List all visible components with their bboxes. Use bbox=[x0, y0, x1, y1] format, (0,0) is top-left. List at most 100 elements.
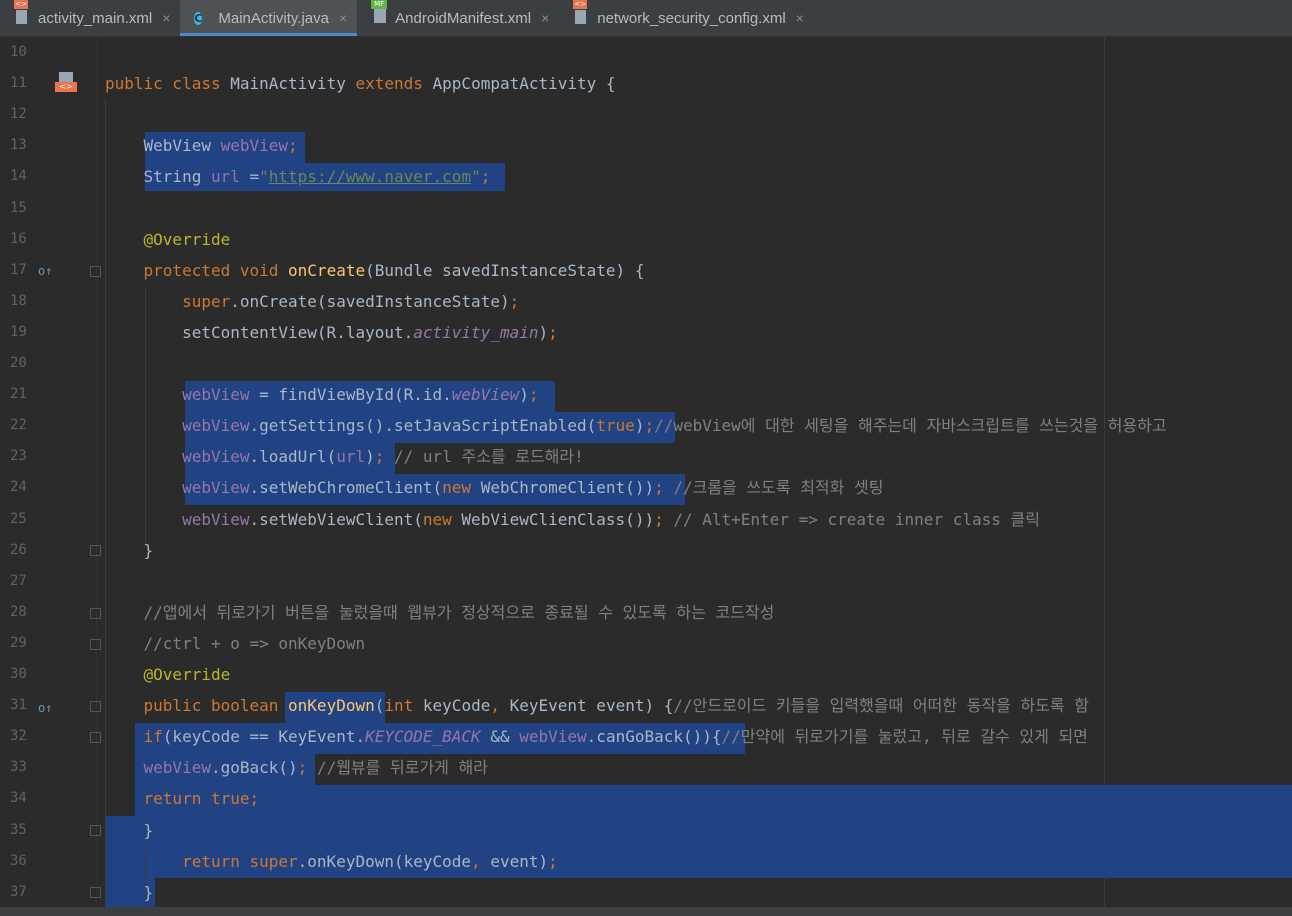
code-text: setContentView(R.layout.activity_main); bbox=[105, 317, 558, 348]
code-text: } bbox=[105, 877, 154, 907]
code-line[interactable]: 14 String url ="https://www.naver.com"; bbox=[0, 161, 1292, 192]
code-text: //ctrl + o => onKeyDown bbox=[105, 628, 366, 659]
code-token: (keyCode == KeyEvent. bbox=[162, 727, 366, 746]
code-token: ; bbox=[654, 510, 664, 529]
code-line[interactable]: 16 @Override bbox=[0, 224, 1292, 255]
code-line[interactable]: 34 return true; bbox=[0, 783, 1292, 814]
code-line[interactable]: 18 super.onCreate(savedInstanceState); bbox=[0, 286, 1292, 317]
line-number: 16 bbox=[10, 231, 27, 247]
line-number: 15 bbox=[10, 200, 27, 216]
code-token: protected void bbox=[105, 261, 289, 280]
editor-tab-bar: <> activity_main.xml × C MainActivity.ja… bbox=[0, 0, 1292, 37]
tab-network-security-config-xml[interactable]: <> network_security_config.xml × bbox=[559, 0, 814, 36]
code-token: .canGoBack()){ bbox=[586, 727, 722, 746]
code-line[interactable]: 15 bbox=[0, 193, 1292, 224]
code-token: ) bbox=[634, 416, 645, 435]
close-icon[interactable]: × bbox=[796, 10, 804, 26]
code-line[interactable]: 23 webView.loadUrl(url); // url 주소를 로드해라… bbox=[0, 441, 1292, 472]
code-token: extends bbox=[355, 74, 433, 93]
code-token: webView bbox=[105, 416, 250, 435]
code-token: KEYCODE_BACK bbox=[365, 727, 491, 746]
line-number: 24 bbox=[10, 479, 27, 495]
code-token: ; bbox=[288, 136, 298, 155]
line-number: 10 bbox=[10, 44, 27, 60]
line-number: 30 bbox=[10, 666, 27, 682]
code-line[interactable]: 25 webView.setWebViewClient(new WebViewC… bbox=[0, 504, 1292, 535]
code-line[interactable]: 17 protected void onCreate(Bundle savedI… bbox=[0, 255, 1292, 286]
code-token: public boolean bbox=[105, 696, 289, 715]
code-line[interactable]: 29 //ctrl + o => onKeyDown bbox=[0, 628, 1292, 659]
code-text: public class MainActivity extends AppCom… bbox=[105, 68, 616, 99]
code-line[interactable]: 21 webView = findViewById(R.id.webView); bbox=[0, 379, 1292, 410]
tab-label: AndroidManifest.xml bbox=[395, 9, 532, 27]
code-token: ; bbox=[374, 447, 385, 466]
code-line[interactable]: 32 if(keyCode == KeyEvent.KEYCODE_BACK &… bbox=[0, 721, 1292, 752]
code-line[interactable]: 20 bbox=[0, 348, 1292, 379]
code-token: ; bbox=[480, 167, 491, 186]
code-line[interactable]: 30 @Override bbox=[0, 659, 1292, 690]
code-line[interactable]: 37 } bbox=[0, 877, 1292, 907]
code-token: .setWebViewClient( bbox=[249, 510, 423, 529]
line-number: 29 bbox=[10, 635, 27, 651]
line-number: 32 bbox=[10, 728, 27, 744]
code-token: = bbox=[249, 167, 260, 186]
code-token: int bbox=[384, 696, 423, 715]
tab-androidmanifest-xml[interactable]: MF AndroidManifest.xml × bbox=[357, 0, 559, 36]
code-token: KeyEvent event) { bbox=[509, 696, 674, 715]
code-text: @Override bbox=[105, 659, 231, 690]
code-line[interactable]: 10 bbox=[0, 37, 1292, 68]
code-token: ; bbox=[528, 385, 539, 404]
code-token: AppCompatActivity { bbox=[432, 74, 616, 93]
code-token: true bbox=[596, 416, 635, 435]
code-token: //앱에서 뒤로가기 버튼을 눌렀을때 웹뷰가 정상적으로 종료될 수 있도록 … bbox=[105, 603, 775, 622]
code-token: ( bbox=[374, 696, 385, 715]
tab-activity-main-xml[interactable]: <> activity_main.xml × bbox=[0, 0, 180, 36]
code-text: @Override bbox=[105, 224, 231, 255]
code-line[interactable]: 33 webView.goBack(); //웹뷰를 뒤로가게 해라 bbox=[0, 752, 1292, 783]
code-token: WebView bbox=[105, 136, 221, 155]
code-line[interactable]: 26 } bbox=[0, 535, 1292, 566]
tab-mainactivity-java[interactable]: C MainActivity.java × bbox=[180, 0, 358, 36]
code-token: WebViewClienClass()) bbox=[461, 510, 655, 529]
code-text: String url ="https://www.naver.com"; bbox=[105, 161, 491, 192]
code-line[interactable]: 36 return super.onKeyDown(keyCode, event… bbox=[0, 846, 1292, 877]
code-text: public boolean onKeyDown(int keyCode, Ke… bbox=[105, 690, 1089, 721]
code-line[interactable]: 22 webView.getSettings().setJavaScriptEn… bbox=[0, 410, 1292, 441]
close-icon[interactable]: × bbox=[541, 10, 549, 26]
code-line[interactable]: 12 bbox=[0, 99, 1292, 130]
code-line[interactable]: 19 setContentView(R.layout.activity_main… bbox=[0, 317, 1292, 348]
code-line[interactable]: 24 webView.setWebChromeClient(new WebChr… bbox=[0, 472, 1292, 503]
code-line[interactable]: 31 public boolean onKeyDown(int keyCode,… bbox=[0, 690, 1292, 721]
code-token: .loadUrl( bbox=[249, 447, 337, 466]
code-line[interactable]: 11 public class MainActivity extends AppC… bbox=[0, 68, 1292, 99]
line-number: 20 bbox=[10, 355, 27, 371]
code-text: webView.setWebChromeClient(new WebChrome… bbox=[105, 472, 883, 503]
code-token: = findViewById(R.id. bbox=[259, 385, 452, 404]
close-icon[interactable]: × bbox=[339, 10, 347, 26]
code-editor[interactable]: <> o↑ o↑ 10 11 public class MainActivity e… bbox=[0, 37, 1292, 907]
line-number: 35 bbox=[10, 822, 27, 838]
tab-label: activity_main.xml bbox=[38, 9, 153, 27]
code-token: " bbox=[471, 167, 481, 186]
code-token: ; bbox=[644, 416, 655, 435]
code-token: webView bbox=[220, 136, 289, 155]
code-token: (Bundle savedInstanceState) { bbox=[365, 261, 645, 280]
code-token: keyCode bbox=[422, 696, 491, 715]
line-number: 14 bbox=[10, 168, 27, 184]
code-token: url bbox=[336, 447, 366, 466]
code-text: } bbox=[105, 535, 154, 566]
code-line[interactable]: 28 //앱에서 뒤로가기 버튼을 눌렀을때 웹뷰가 정상적으로 종료될 수 있… bbox=[0, 597, 1292, 628]
status-bar bbox=[0, 907, 1292, 916]
line-number: 11 bbox=[10, 75, 27, 91]
code-token: return true; bbox=[105, 789, 260, 808]
line-number: 33 bbox=[10, 759, 27, 775]
code-token: , bbox=[471, 852, 491, 871]
close-icon[interactable]: × bbox=[162, 10, 170, 26]
code-line[interactable]: 35 } bbox=[0, 815, 1292, 846]
xml-file-icon: <> bbox=[14, 0, 32, 27]
code-line[interactable]: 13 WebView webView; bbox=[0, 130, 1292, 161]
code-token: , bbox=[490, 696, 510, 715]
code-token: webView bbox=[519, 727, 587, 746]
code-line[interactable]: 27 bbox=[0, 566, 1292, 597]
line-number: 28 bbox=[10, 604, 27, 620]
